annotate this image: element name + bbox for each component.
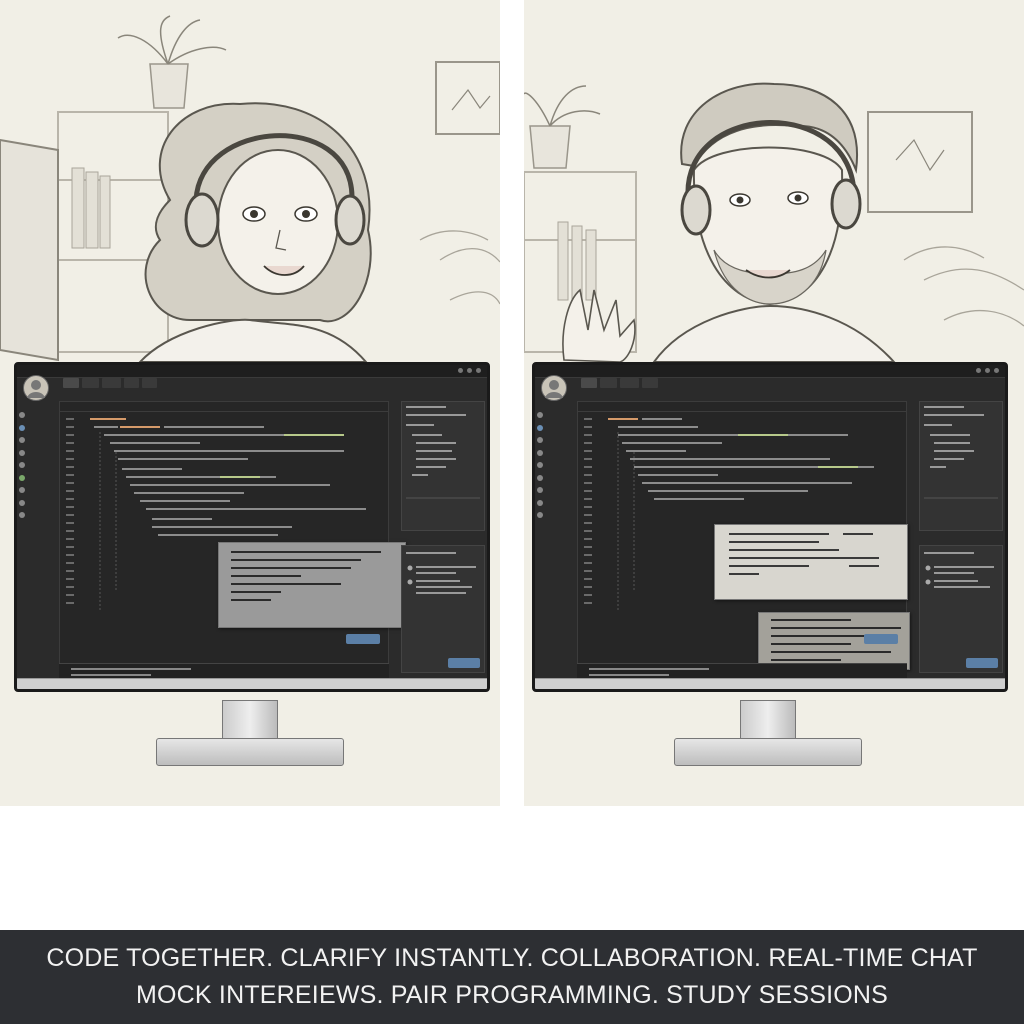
chat-popup[interactable] <box>714 524 908 600</box>
monitor-base <box>156 738 344 766</box>
sidebar-item[interactable] <box>19 447 57 460</box>
avatar-icon[interactable] <box>23 375 49 401</box>
popup-text-lines <box>231 551 381 601</box>
sidebar-item[interactable] <box>19 484 57 497</box>
chat-messages <box>406 552 476 594</box>
tab[interactable] <box>141 378 157 388</box>
tab[interactable] <box>82 378 99 388</box>
window-titlebar <box>535 365 1005 378</box>
sidebar-item[interactable] <box>19 422 57 435</box>
chat-popup[interactable] <box>218 542 406 628</box>
run-button[interactable] <box>864 634 898 644</box>
tab[interactable] <box>641 378 659 388</box>
file-tree-panel <box>919 401 1003 531</box>
sidebar-item[interactable] <box>537 484 575 497</box>
sidebar-item[interactable] <box>537 422 575 435</box>
left-scene <box>0 0 500 806</box>
caption-line-2: MOCK INTEREIEWS. PAIR PROGRAMMING. STUDY… <box>135 981 889 1009</box>
right-monitor <box>532 362 1008 692</box>
sidebar-item[interactable] <box>537 472 575 485</box>
avatar-icon[interactable] <box>541 375 567 401</box>
chat-panel <box>919 545 1003 673</box>
tab[interactable] <box>123 378 139 388</box>
run-button[interactable] <box>346 634 380 644</box>
tab[interactable] <box>581 378 598 388</box>
window-titlebar <box>17 365 487 378</box>
editor-tabs <box>581 378 659 388</box>
right-scene <box>524 0 1024 806</box>
monitor-stand <box>222 700 278 742</box>
caption-bar: CODE TOGETHER. CLARIFY INSTANTLY. COLLAB… <box>0 930 1024 1024</box>
monitor-base <box>674 738 862 766</box>
sidebar-item[interactable] <box>19 409 57 422</box>
popup-text-lines <box>729 533 879 575</box>
editor-header <box>578 402 906 412</box>
code-editor[interactable] <box>577 401 910 673</box>
sidebar-item[interactable] <box>537 409 575 422</box>
caption-line-1: CODE TOGETHER. CLARIFY INSTANTLY. COLLAB… <box>46 944 978 972</box>
tab[interactable] <box>63 378 80 388</box>
file-tree-lines <box>924 406 998 499</box>
send-icon[interactable] <box>966 658 998 668</box>
sidebar-item[interactable] <box>537 497 575 510</box>
file-tree-panel <box>401 401 485 531</box>
file-tree-lines <box>406 406 480 499</box>
sidebar <box>19 409 57 522</box>
editor-header <box>60 402 388 412</box>
sidebar-item[interactable] <box>19 472 57 485</box>
editor-tabs <box>63 378 157 388</box>
sidebar-item[interactable] <box>537 447 575 460</box>
sidebar-item[interactable] <box>19 459 57 472</box>
window-dots-icon[interactable] <box>976 368 999 373</box>
sidebar-item[interactable] <box>19 509 57 522</box>
tab[interactable] <box>101 378 121 388</box>
monitor-bezel <box>17 678 487 689</box>
code-editor[interactable] <box>59 401 406 673</box>
sidebar-item[interactable] <box>19 497 57 510</box>
panel-divider <box>500 0 524 806</box>
monitor-bezel <box>535 678 1005 689</box>
sidebar <box>537 409 575 522</box>
sidebar-item[interactable] <box>537 459 575 472</box>
send-icon[interactable] <box>448 658 480 668</box>
left-monitor <box>14 362 490 692</box>
chat-panel <box>401 545 485 673</box>
sidebar-item[interactable] <box>537 509 575 522</box>
window-dots-icon[interactable] <box>458 368 481 373</box>
tab[interactable] <box>619 378 639 388</box>
sidebar-item[interactable] <box>19 434 57 447</box>
sidebar-item[interactable] <box>537 434 575 447</box>
monitor-stand <box>740 700 796 742</box>
tab[interactable] <box>600 378 617 388</box>
chat-messages <box>924 552 994 588</box>
